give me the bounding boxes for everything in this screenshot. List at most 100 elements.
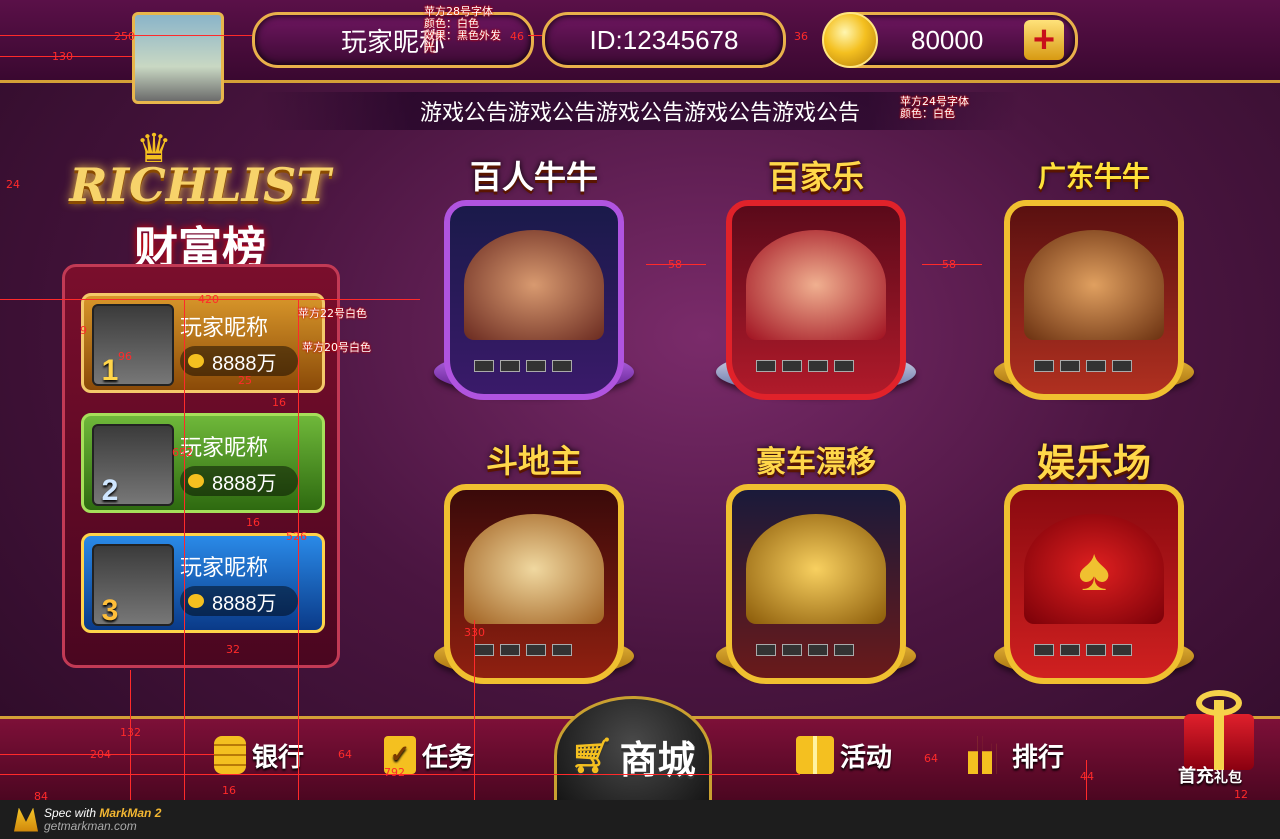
game-title: 广东牛牛 xyxy=(1037,161,1150,192)
gift-icon xyxy=(796,736,834,774)
rank-value-box: 8888万 xyxy=(180,586,298,616)
measure-label: 96 xyxy=(118,350,132,363)
bank-icon xyxy=(214,736,246,774)
cart-icon: 🛒︎ xyxy=(570,737,614,775)
measure-label: 24 xyxy=(6,178,20,191)
tile-slots xyxy=(1034,360,1132,372)
add-coins-label: + xyxy=(1032,19,1056,61)
measure-label: 692 xyxy=(172,446,193,459)
game-title: 斗地主 xyxy=(485,443,582,479)
player-id-box: ID:12345678 xyxy=(542,12,786,68)
first-charge-sub: 礼包 xyxy=(1214,769,1242,785)
game-title: 百家乐 xyxy=(767,159,864,195)
tile-slots xyxy=(1034,644,1132,656)
measure-line xyxy=(474,620,475,800)
rank-badge-3: 3 xyxy=(101,594,119,627)
gift-bow xyxy=(1196,690,1242,716)
rank-row-2[interactable]: 2 玩家昵称 8888万 xyxy=(81,413,325,513)
measure-line xyxy=(184,300,185,800)
richlist-title: RICHLIST 财富榜 xyxy=(30,130,370,280)
measure-label: 526 xyxy=(286,530,307,543)
game-tile-bairen-niuniu[interactable]: 百人牛牛 xyxy=(434,140,634,410)
activity-label: 活动 xyxy=(840,741,893,772)
tile-slots xyxy=(756,360,854,372)
measure-label: 64 xyxy=(924,752,938,765)
bank-button[interactable]: 银行 xyxy=(214,736,304,774)
rank-value: 8888万 xyxy=(212,352,277,375)
font-note-rank-name: 苹方22号白色 xyxy=(298,307,367,320)
measure-label: 130 xyxy=(52,50,73,63)
task-label: 任务 xyxy=(422,741,475,772)
footer-prefix: Spec with xyxy=(44,805,100,820)
rank-row-3[interactable]: 3 玩家昵称 8888万 xyxy=(81,533,325,633)
measure-label: 420 xyxy=(198,293,219,306)
measure-label: 12 xyxy=(1234,788,1248,801)
tile-slots xyxy=(474,644,572,656)
bank-label: 银行 xyxy=(252,741,305,772)
crown-icon: ♛ xyxy=(136,127,172,171)
tile-art xyxy=(464,230,604,340)
measure-label: 204 xyxy=(90,748,111,761)
measure-label: 16 xyxy=(222,784,236,797)
rank-name: 玩家昵称 xyxy=(180,315,269,340)
footer-url: getmarkman.com xyxy=(44,818,137,833)
measure-label: 58 xyxy=(942,258,956,271)
measure-label: 32 xyxy=(226,643,240,656)
measure-label: 44 xyxy=(1080,770,1094,783)
measure-label: 25 xyxy=(238,374,252,387)
rank-value: 8888万 xyxy=(212,472,277,495)
shop-button[interactable]: 🛒︎ 商城 xyxy=(554,696,712,816)
coin-amount: 80000 xyxy=(911,24,984,55)
measure-label: 250 xyxy=(114,30,135,43)
player-id: ID:12345678 xyxy=(589,24,739,55)
measure-line xyxy=(298,300,299,800)
game-tile-haoche-piaoyi[interactable]: 豪车漂移 xyxy=(716,424,916,694)
measure-label: 330 xyxy=(464,626,485,639)
game-tile-baccarat[interactable]: 百家乐 xyxy=(716,140,916,410)
measure-label: 792 xyxy=(384,766,405,779)
font-note-name: 苹方28号字体 颜色：白色 效果：黑色外发 光 xyxy=(424,5,501,54)
rank-value: 8888万 xyxy=(212,592,277,615)
tile-slots xyxy=(756,644,854,656)
tile-art xyxy=(746,514,886,624)
rank-value-box: 8888万 xyxy=(180,466,298,496)
shop-label: 商城 xyxy=(619,739,696,782)
rank-name: 玩家昵称 xyxy=(180,435,269,460)
markman-logo-icon xyxy=(14,807,38,832)
game-title: 豪车漂移 xyxy=(756,446,876,479)
measure-line xyxy=(528,35,542,36)
measure-label: 36 xyxy=(794,30,808,43)
player-avatar[interactable] xyxy=(132,12,224,104)
measure-label: 84 xyxy=(34,790,48,803)
game-title: 娱乐场 xyxy=(1036,442,1151,485)
activity-button[interactable]: 活动 xyxy=(796,736,892,774)
font-note-notice: 苹方24号字体 颜色：白色 xyxy=(900,95,969,120)
spade-icon: ♠ xyxy=(1024,514,1164,624)
game-tile-guangdong-niuniu[interactable]: 广东牛牛 xyxy=(994,140,1194,410)
plus-icon[interactable]: + xyxy=(1024,20,1064,60)
rank-button[interactable]: 排行 xyxy=(968,736,1064,774)
rank-name: 玩家昵称 xyxy=(180,555,269,580)
rank-row-1[interactable]: 1 玩家昵称 8888万 xyxy=(81,293,325,393)
game-tile-doudizhu[interactable]: 斗地主 xyxy=(434,424,634,694)
chart-icon xyxy=(968,736,997,774)
rank-badge-2: 2 xyxy=(101,474,119,507)
richlist-title-en: RICHLIST xyxy=(69,158,331,212)
measure-label: 16 xyxy=(246,516,260,529)
measure-label: 64 xyxy=(338,748,352,761)
measure-label: 46 xyxy=(510,30,524,43)
rank-label: 排行 xyxy=(1012,741,1065,772)
first-charge-button[interactable]: 首充礼包 xyxy=(1174,690,1264,790)
game-tile-yulechang[interactable]: ♠ 娱乐场 xyxy=(994,424,1194,694)
tile-art xyxy=(464,514,604,624)
measure-label: 16 xyxy=(272,396,286,409)
tile-art xyxy=(746,230,886,340)
first-charge-label: 首充礼包 xyxy=(1178,762,1242,788)
markman-credit: Spec with MarkMan 2 getmarkman.com xyxy=(44,805,161,833)
first-charge-main: 首充 xyxy=(1178,766,1214,786)
coin-icon xyxy=(188,354,204,368)
notice-text: 游戏公告游戏公告游戏公告游戏公告游戏公告 xyxy=(419,100,860,125)
measure-label: 58 xyxy=(668,258,682,271)
font-note-rank-value: 苹方20号白色 xyxy=(302,341,371,354)
tile-art xyxy=(1024,230,1164,340)
